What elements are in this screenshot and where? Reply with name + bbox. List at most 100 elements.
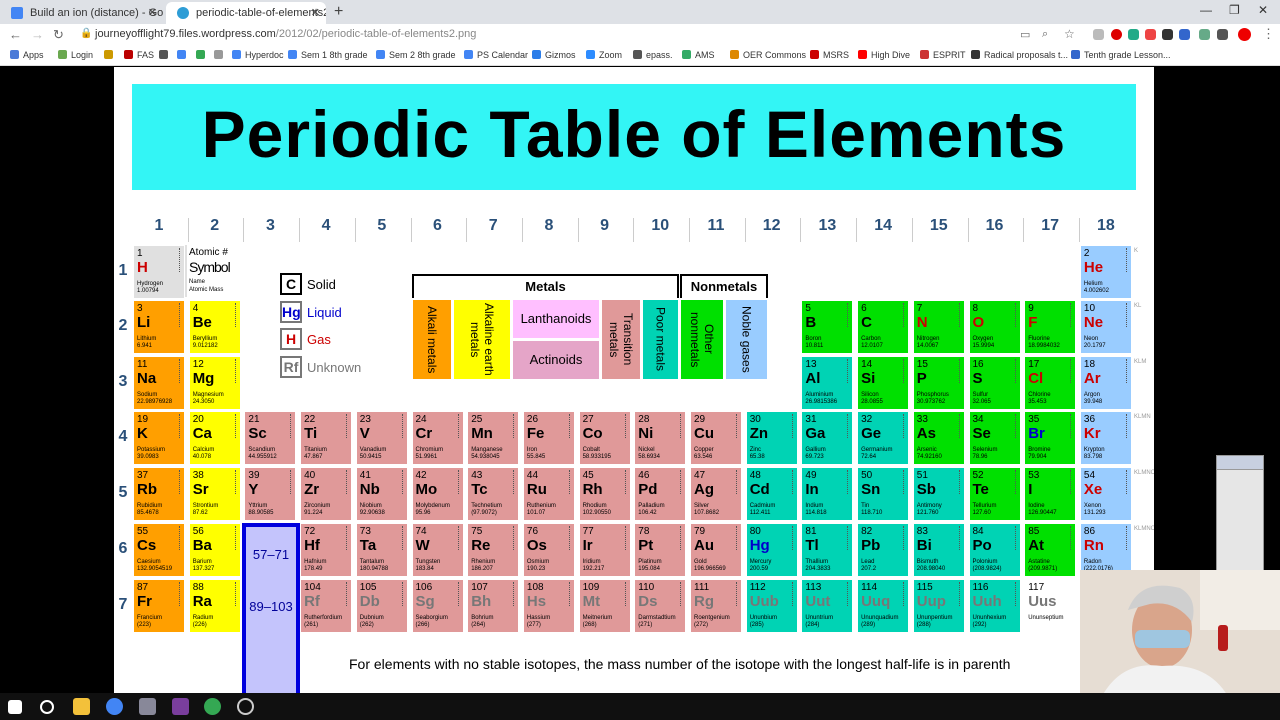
atomic-mass: 20.1797	[1083, 343, 1106, 349]
state-key-symbol: C	[280, 273, 302, 295]
lock-icon[interactable]: 🔒	[80, 28, 92, 39]
element-symbol: Cu	[694, 425, 714, 443]
chrome-active-icon[interactable]	[204, 698, 221, 715]
bookmark-login[interactable]: Login	[58, 50, 93, 60]
close-tab-icon[interactable]: ✕	[148, 6, 157, 19]
atomic-mass: 50.9415	[359, 454, 382, 461]
atomic-number: 48	[749, 470, 761, 482]
chrome-icon[interactable]	[106, 698, 123, 715]
maximize-button[interactable]: ❐	[1229, 3, 1240, 17]
atomic-number: 41	[359, 470, 371, 482]
element-cell-p: 15 P Phosphorus 30.973762	[912, 355, 965, 410]
reload-icon[interactable]: ↻	[53, 27, 64, 43]
element-symbol: Os	[526, 536, 547, 554]
atomic-mass: 208.98040	[916, 565, 946, 572]
puzzle-icon[interactable]	[1217, 29, 1228, 40]
electron-shell-column	[513, 414, 516, 439]
electron-shell-column	[346, 414, 349, 439]
bookmark-hyperdoc[interactable]: Hyperdoc	[232, 50, 284, 60]
search-icon[interactable]	[40, 700, 54, 714]
bookmark-apps[interactable]: Apps	[10, 50, 44, 60]
profile-avatar[interactable]	[1238, 28, 1251, 41]
bookmark-high-dive[interactable]: High Dive	[858, 50, 910, 60]
element-name: Magnesium	[192, 391, 224, 398]
bookmark-rwt[interactable]	[104, 50, 117, 60]
tab-periodic-table[interactable]: periodic-table-of-elements2.png ✕	[166, 2, 326, 24]
extension-icon[interactable]	[1128, 29, 1139, 40]
element-cell-si: 14 Si Silicon 28.0855	[857, 355, 910, 410]
element-symbol: Ta	[359, 536, 377, 554]
bookmark-sem1[interactable]: Sem 1 8th grade	[288, 50, 368, 60]
electron-shell-column	[513, 525, 516, 550]
group-number: 7	[488, 217, 498, 234]
atomic-number: 11	[137, 358, 148, 370]
atomic-number: 18	[1083, 358, 1096, 370]
file-explorer-icon[interactable]	[73, 698, 90, 715]
bookmark-tenth-grade[interactable]: Tenth grade Lesson...	[1071, 50, 1171, 60]
element-name: Selenium	[972, 447, 998, 454]
bookmark-radical[interactable]: Radical proposals t...	[971, 50, 1068, 60]
bookmark-ams[interactable]: AMS	[682, 50, 715, 60]
close-window-button[interactable]: ✕	[1258, 3, 1268, 17]
atomic-mass: 4.002602	[1083, 288, 1109, 294]
bookmark-gizmos[interactable]: Gizmos	[532, 50, 576, 60]
atomic-mass: 112.411	[749, 510, 771, 517]
adblock-icon[interactable]	[1111, 29, 1122, 40]
extension-icon[interactable]	[1145, 29, 1156, 40]
atomic-mass: 178.49	[304, 565, 323, 572]
close-tab-icon[interactable]: ✕	[311, 6, 320, 19]
electron-shell-column	[1125, 525, 1129, 550]
windows-start-icon[interactable]	[8, 700, 22, 714]
back-icon[interactable]: ←	[9, 27, 22, 42]
extension-icon[interactable]	[1199, 29, 1210, 40]
atomic-mass: 83.798	[1083, 454, 1103, 461]
element-cell-xe: 54 Xe Xenon 131.293	[1079, 467, 1132, 522]
forward-icon[interactable]: →	[31, 27, 44, 42]
bookmark-g[interactable]	[177, 50, 190, 60]
atomic-mass: (262)	[359, 621, 374, 628]
element-symbol: Hg	[749, 536, 770, 554]
element-cell-mg: 12 Mg Magnesium 24.3050	[188, 355, 241, 410]
electron-shell-column	[1014, 303, 1018, 327]
bookmark-oer[interactable]: OER Commons	[730, 50, 806, 60]
atomic-number: 13	[805, 358, 817, 370]
obs-icon[interactable]	[237, 698, 254, 715]
element-name: Niobium	[359, 503, 382, 510]
element-symbol: Fr	[137, 592, 152, 610]
extension-icon[interactable]	[1162, 29, 1173, 40]
atomic-number: 31	[805, 414, 817, 426]
element-cell-te: 52 Te Tellurium 127.60	[968, 467, 1021, 522]
atomic-number: 117	[1028, 581, 1045, 593]
tab-build-an-ion[interactable]: Build an ion (distance) - Google ✕	[0, 2, 163, 24]
webstorm-icon[interactable]	[172, 698, 189, 715]
new-tab-button[interactable]: +	[334, 3, 343, 21]
bookmark-zoom[interactable]: Zoom	[586, 50, 622, 60]
element-symbol: Si	[861, 369, 876, 387]
cast-icon[interactable]: ▭	[1020, 28, 1030, 41]
bookmark-epass[interactable]: epass.	[633, 50, 673, 60]
element-name: Yttrium	[248, 503, 268, 510]
bookmark-esprit[interactable]: ESPRIT	[920, 50, 966, 60]
bookmark-star-icon[interactable]: ☆	[1064, 27, 1075, 41]
extension-icon[interactable]	[1179, 29, 1190, 40]
group-divider	[410, 218, 412, 242]
app-icon[interactable]	[139, 698, 156, 715]
menu-icon[interactable]: ⋮	[1262, 26, 1275, 42]
bookmark-sem2[interactable]: Sem 2 8th grade	[376, 50, 456, 60]
bookmark-peace[interactable]	[159, 50, 172, 60]
bookmark-msrs[interactable]: MSRS	[810, 50, 849, 60]
zoom-icon[interactable]: ⌕	[1042, 28, 1048, 41]
bookmark-fas[interactable]: FAS	[124, 50, 154, 60]
atomic-number: 84	[972, 525, 984, 537]
electron-shell-column	[457, 470, 461, 495]
url-field[interactable]: journeyofflight79.files.wordpress.com/20…	[95, 28, 476, 40]
element-cell-pd: 46 Pd Palladium 106.42	[634, 467, 687, 522]
extension-icon[interactable]	[1093, 29, 1104, 40]
bookmark-ps-calendar[interactable]: PS Calendar	[464, 50, 528, 60]
element-name: Gallium	[805, 447, 826, 454]
minimize-button[interactable]: —	[1200, 3, 1212, 17]
group-number: 17	[1041, 217, 1060, 234]
bookmark-google[interactable]	[196, 50, 209, 60]
element-name: Rubidium	[137, 503, 163, 510]
bookmark-g2[interactable]	[214, 50, 227, 60]
